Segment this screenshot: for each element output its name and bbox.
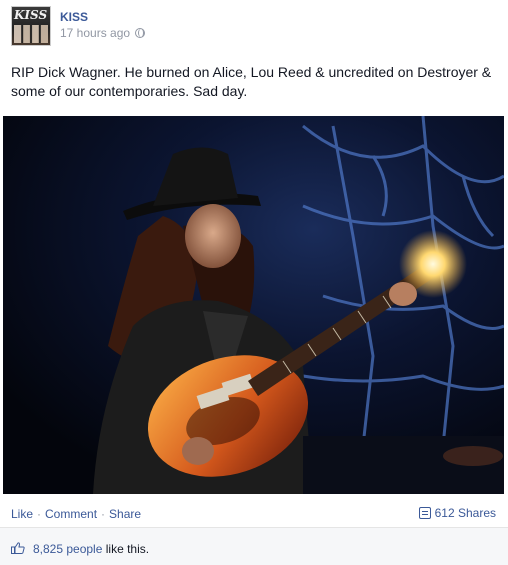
comment-link[interactable]: Comment — [45, 507, 97, 521]
shares-count-link[interactable]: 612 Shares — [418, 506, 496, 520]
post-meta: 17 hours ago — [60, 26, 146, 40]
thumbs-up-icon — [11, 542, 25, 554]
post-message: RIP Dick Wagner. He burned on Alice, Lou… — [11, 64, 492, 99]
band-photo-thumbnail — [14, 25, 48, 43]
like-link[interactable]: Like — [11, 507, 33, 521]
globe-icon[interactable] — [135, 28, 146, 38]
shares-count: 612 Shares — [434, 506, 496, 520]
likes-count-link[interactable]: 8,825 people — [33, 542, 102, 556]
shares-icon — [418, 507, 431, 519]
post-actions: Like · Comment · Share — [11, 507, 141, 521]
likes-summary: 8,825 people like this. — [0, 528, 508, 565]
kiss-logo: KISS — [14, 8, 48, 22]
guitarist-photo — [3, 116, 504, 494]
separator: · — [37, 507, 42, 521]
facebook-post: KISS KISS 17 hours ago RIP Dick Wagner. … — [0, 0, 508, 565]
post-photo[interactable] — [3, 116, 504, 494]
separator: · — [101, 507, 106, 521]
share-link[interactable]: Share — [109, 507, 141, 521]
page-name-link[interactable]: KISS — [60, 10, 88, 24]
likes-text: 8,825 people like this. — [33, 542, 149, 556]
likes-suffix: like this. — [102, 542, 150, 556]
page-avatar[interactable]: KISS — [11, 6, 51, 46]
timestamp[interactable]: 17 hours ago — [60, 26, 130, 40]
